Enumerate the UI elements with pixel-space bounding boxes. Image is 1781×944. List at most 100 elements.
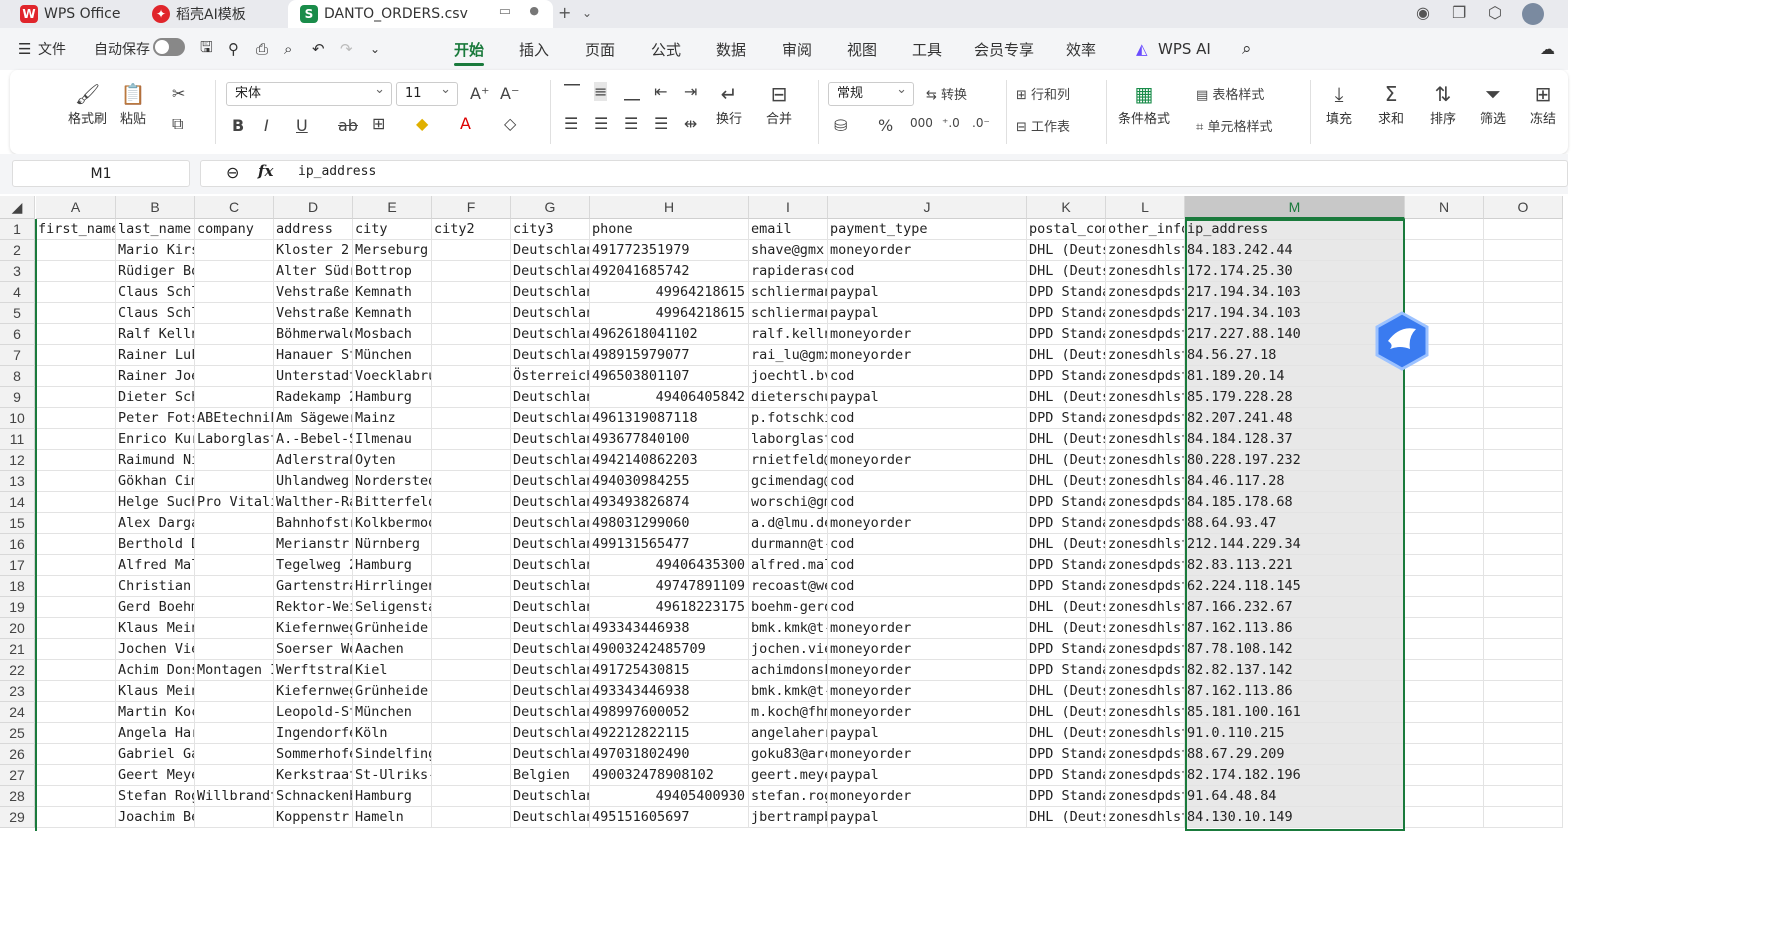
cell-G18[interactable]: Deutschlan [511, 576, 590, 597]
column-header-A[interactable]: A [36, 196, 116, 219]
cell-C11[interactable]: Laborglast [195, 429, 274, 450]
cell-N16[interactable] [1405, 534, 1484, 555]
column-header-K[interactable]: K [1027, 196, 1106, 219]
column-header-H[interactable]: H [590, 196, 749, 219]
row-header[interactable]: 7 [0, 345, 35, 366]
cell-O24[interactable] [1484, 702, 1563, 723]
cell-L15[interactable]: zonesdpdst [1106, 513, 1185, 534]
indent-decrease-icon[interactable]: ⇤ [654, 82, 667, 101]
cell-M9[interactable]: 85.179.228.28 [1185, 387, 1405, 408]
cell-F6[interactable] [432, 324, 511, 345]
cell-L17[interactable]: zonesdpdst [1106, 555, 1185, 576]
sort-button[interactable]: ⇅ 排序 [1430, 80, 1456, 127]
cell-B13[interactable]: Gökhan Cimendag [116, 471, 195, 492]
cell-L1[interactable]: other_info [1106, 219, 1185, 240]
cell-E5[interactable]: Kemnath [353, 303, 432, 324]
cell-I14[interactable]: worschi@gm [749, 492, 828, 513]
cell-O9[interactable] [1484, 387, 1563, 408]
cell-F12[interactable] [432, 450, 511, 471]
cell-N23[interactable] [1405, 681, 1484, 702]
row-header[interactable]: 21 [0, 639, 35, 660]
cell-J13[interactable]: cod [828, 471, 1027, 492]
cell-H13[interactable]: 494030984255 [590, 471, 749, 492]
cell-F23[interactable] [432, 681, 511, 702]
cell-C17[interactable] [195, 555, 274, 576]
cell-K23[interactable]: DHL (Deuts [1027, 681, 1106, 702]
row-col-button[interactable]: ⊞ 行和列 [1016, 84, 1070, 103]
cell-F17[interactable] [432, 555, 511, 576]
cell-E22[interactable]: Kiel [353, 660, 432, 681]
cell-E29[interactable]: Hameln [353, 807, 432, 828]
cell-C25[interactable] [195, 723, 274, 744]
cell-K3[interactable]: DHL (Deuts [1027, 261, 1106, 282]
cell-C28[interactable]: Willbrandt [195, 786, 274, 807]
formula-input[interactable] [200, 160, 1568, 187]
row-header[interactable]: 15 [0, 513, 35, 534]
cell-O18[interactable] [1484, 576, 1563, 597]
new-tab-icon[interactable]: + [558, 3, 571, 22]
cell-N26[interactable] [1405, 744, 1484, 765]
cell-N14[interactable] [1405, 492, 1484, 513]
cell-N9[interactable] [1405, 387, 1484, 408]
cell-J1[interactable]: payment_type [828, 219, 1027, 240]
cell-C26[interactable] [195, 744, 274, 765]
cell-I23[interactable]: bmk.kmk@t- [749, 681, 828, 702]
cell-N1[interactable] [1405, 219, 1484, 240]
cell-G9[interactable]: Deutschlan [511, 387, 590, 408]
cell-C13[interactable] [195, 471, 274, 492]
cell-E1[interactable]: city [353, 219, 432, 240]
cell-D2[interactable]: Kloster 2 [274, 240, 353, 261]
cell-H4[interactable]: 49964218615 [590, 282, 749, 303]
cell-F13[interactable] [432, 471, 511, 492]
cell-D9[interactable]: Radekamp 2 [274, 387, 353, 408]
cell-C6[interactable] [195, 324, 274, 345]
cell-N12[interactable] [1405, 450, 1484, 471]
cell-A26[interactable] [36, 744, 116, 765]
cell-E2[interactable]: Merseburg [353, 240, 432, 261]
cell-A20[interactable] [36, 618, 116, 639]
cell-N4[interactable] [1405, 282, 1484, 303]
row-header[interactable]: 28 [0, 786, 35, 807]
screen-icon[interactable]: ▭ [499, 4, 511, 19]
cell-N19[interactable] [1405, 597, 1484, 618]
cell-I26[interactable]: goku83@arc [749, 744, 828, 765]
cell-H15[interactable]: 498031299060 [590, 513, 749, 534]
cell-G3[interactable]: Deutschlan [511, 261, 590, 282]
cell-H3[interactable]: 492041685742 [590, 261, 749, 282]
cell-J19[interactable]: cod [828, 597, 1027, 618]
cell-C1[interactable]: company [195, 219, 274, 240]
cell-B14[interactable]: Helge Such [116, 492, 195, 513]
column-header-D[interactable]: D [274, 196, 353, 219]
wrap-button[interactable]: ↵ 换行 [716, 80, 742, 127]
row-header[interactable]: 27 [0, 765, 35, 786]
cell-O4[interactable] [1484, 282, 1563, 303]
row-header[interactable]: 18 [0, 576, 35, 597]
cell-F14[interactable] [432, 492, 511, 513]
row-header[interactable]: 23 [0, 681, 35, 702]
cell-H24[interactable]: 498997600052 [590, 702, 749, 723]
row-header[interactable]: 12 [0, 450, 35, 471]
cell-F29[interactable] [432, 807, 511, 828]
cell-O14[interactable] [1484, 492, 1563, 513]
cell-L11[interactable]: zonesdhlst [1106, 429, 1185, 450]
cell-F25[interactable] [432, 723, 511, 744]
row-header[interactable]: 10 [0, 408, 35, 429]
cell-B27[interactable]: Geert Meyers [116, 765, 195, 786]
cell-D4[interactable]: Vehstraße [274, 282, 353, 303]
cell-E25[interactable]: Köln [353, 723, 432, 744]
row-header[interactable]: 8 [0, 366, 35, 387]
row-header[interactable]: 24 [0, 702, 35, 723]
cell-K19[interactable]: DHL (Deuts [1027, 597, 1106, 618]
cell-L29[interactable]: zonesdhlst [1106, 807, 1185, 828]
cell-M3[interactable]: 172.174.25.30 [1185, 261, 1405, 282]
cell-O22[interactable] [1484, 660, 1563, 681]
merge-button[interactable]: ⊟ 合并 [766, 80, 792, 127]
menu-tab-data[interactable]: 数据 [716, 28, 746, 70]
cell-F28[interactable] [432, 786, 511, 807]
cell-B5[interactable]: Claus Schliermann [116, 303, 195, 324]
cell-J4[interactable]: paypal [828, 282, 1027, 303]
cell-N15[interactable] [1405, 513, 1484, 534]
cell-I2[interactable]: shave@gmx. [749, 240, 828, 261]
column-header-L[interactable]: L [1106, 196, 1185, 219]
assistant-bird-icon[interactable] [1374, 311, 1430, 371]
